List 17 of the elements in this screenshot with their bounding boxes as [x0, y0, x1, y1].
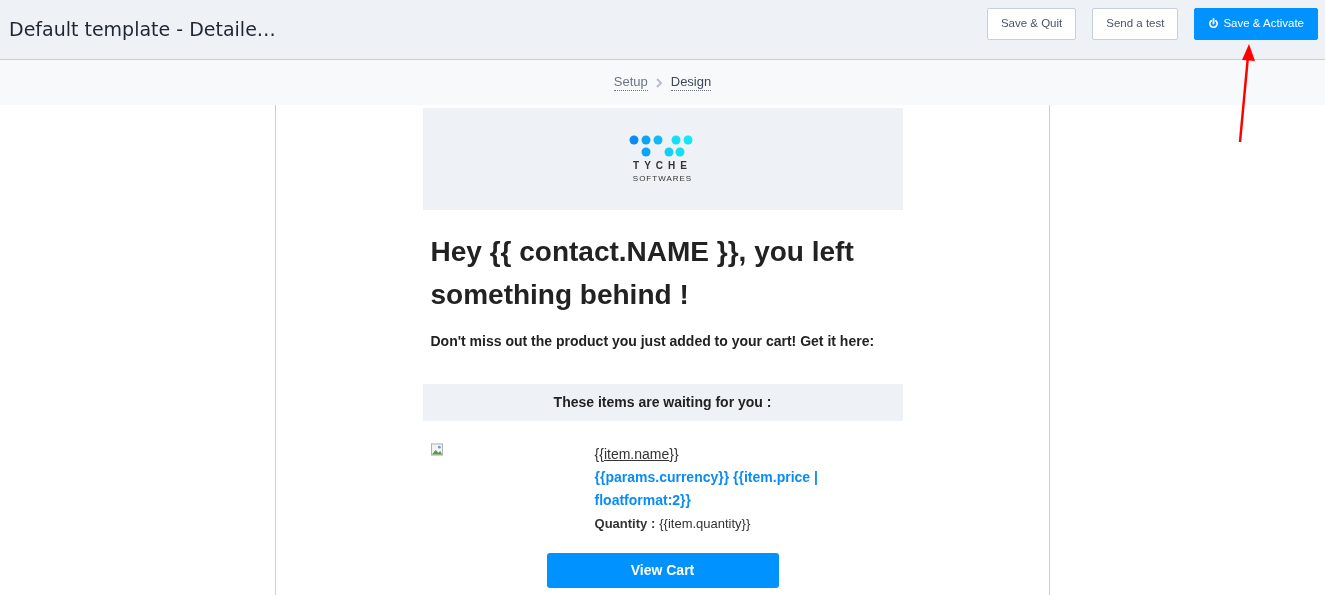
items-banner: These items are waiting for you :	[422, 384, 903, 421]
broken-image-icon	[430, 443, 443, 456]
logo-name: TYCHE	[633, 161, 692, 171]
power-icon	[1208, 18, 1220, 29]
template-title: Default template - Detaile…	[9, 17, 276, 43]
chevron-icon	[655, 77, 663, 88]
intro-text: Don't miss out the product you just added to your cart! Get it here:	[429, 332, 876, 351]
header-button[interactable]: Send a test	[1092, 7, 1179, 40]
logo-tagline: SOFTWARES	[632, 175, 693, 183]
header-button[interactable]: Save & Quit	[986, 7, 1077, 40]
quantity-value: {{item.quantity}}	[659, 515, 751, 533]
email-heading: Hey {{ contact.NAME }}, you left something behind !	[429, 235, 855, 312]
quantity-label: Quantity :	[594, 515, 656, 533]
step-tab[interactable]: Setup	[613, 74, 648, 91]
item-price: {{params.currency}} {{item.price | floatformat:2}}	[594, 468, 819, 510]
item-name: {{item.name}}	[594, 445, 680, 464]
step-tab[interactable]: Design	[670, 74, 712, 91]
